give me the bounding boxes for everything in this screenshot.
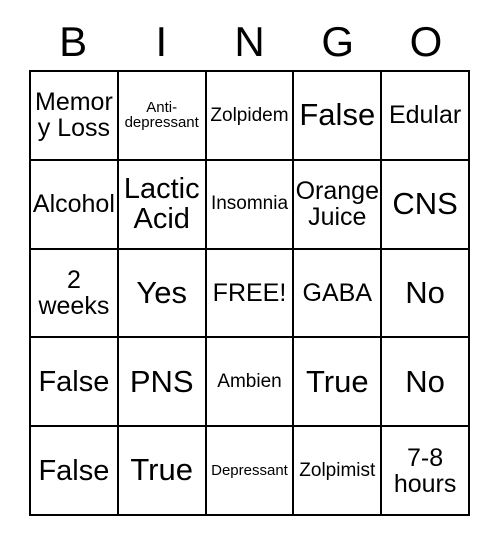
bingo-cell[interactable]: GABA [294, 249, 383, 339]
bingo-cell[interactable]: Yes [118, 249, 207, 339]
bingo-cell[interactable]: True [118, 427, 207, 516]
bingo-cell-label: False [38, 365, 110, 398]
bingo-cell-label: True [130, 452, 193, 488]
bingo-cell-label: Ambien [217, 370, 282, 392]
bingo-cell-label: Anti-depressant [124, 98, 199, 132]
bingo-cell-label: True [305, 363, 369, 399]
bingo-cell[interactable]: Orange Juice [294, 160, 383, 250]
bingo-cell[interactable]: PNS [118, 338, 207, 428]
bingo-cell[interactable]: False [31, 338, 119, 428]
bingo-cell-label: 7-8 hours [393, 443, 457, 498]
bingo-row: Alcohol Lactic Acid Insomnia Orange Juice CN… [31, 160, 470, 250]
bingo-cell[interactable]: Zolpidem [206, 72, 295, 161]
bingo-cell-label: Depressant [211, 461, 288, 479]
bingo-cell-label: Insomnia [210, 193, 289, 215]
bingo-cell-label: Yes [136, 274, 187, 310]
bingo-cell[interactable]: False [294, 72, 383, 161]
bingo-card: B I N G O Memory Loss Anti-depressant Zolp… [29, 14, 470, 516]
bingo-grid: Memory Loss Anti-depressant Zolpidem False E… [29, 70, 470, 516]
bingo-cell-label: Orange Juice [295, 177, 379, 232]
bingo-cell[interactable]: Memory Loss [31, 72, 119, 161]
bingo-header-letter-o: O [409, 18, 443, 65]
bingo-cell-label: Zolpimist [299, 459, 376, 481]
bingo-header-letter-n: N [234, 18, 265, 65]
bingo-cell-label: False [38, 454, 110, 487]
bingo-cell[interactable]: Edular [382, 72, 470, 161]
bingo-row: False PNS Ambien True No [31, 338, 470, 428]
bingo-free-space-cell[interactable]: FREE! [206, 249, 295, 339]
bingo-header-letter-i: I [155, 18, 168, 65]
bingo-cell[interactable]: Ambien [206, 338, 295, 428]
bingo-cell-label: No [405, 363, 445, 399]
bingo-cell[interactable]: Depressant [206, 427, 295, 516]
bingo-cell[interactable]: Insomnia [206, 160, 295, 250]
bingo-cell[interactable]: Zolpimist [294, 427, 383, 516]
bingo-row: False True Depressant Zolpimist 7-8 hours [31, 427, 470, 516]
bingo-cell-label: GABA [302, 278, 373, 307]
bingo-cell-label: Zolpidem [210, 104, 289, 126]
bingo-cell[interactable]: Anti-depressant [118, 72, 207, 161]
bingo-cell-label: FREE! [212, 278, 287, 307]
bingo-cell[interactable]: 7-8 hours [382, 427, 470, 516]
bingo-header-letter-b: B [59, 18, 88, 65]
bingo-header-row: B I N G O [29, 14, 470, 70]
bingo-cell-label: Alcohol [32, 190, 115, 219]
bingo-cell-label: 2 weeks [38, 265, 110, 320]
bingo-cell-label: Edular [388, 101, 462, 130]
bingo-cell-label: No [405, 274, 445, 310]
bingo-cell[interactable]: Alcohol [31, 160, 119, 250]
bingo-header-letter-g: G [321, 18, 355, 65]
bingo-cell[interactable]: False [31, 427, 119, 516]
bingo-cell[interactable]: CNS [382, 160, 470, 250]
bingo-cell-label: False [299, 97, 376, 133]
bingo-cell[interactable]: True [294, 338, 383, 428]
bingo-cell-label: CNS [392, 186, 458, 222]
bingo-cell-label: Memory Loss [35, 88, 113, 143]
bingo-cell-label: Lactic Acid [123, 173, 200, 236]
bingo-cell[interactable]: No [382, 338, 470, 428]
bingo-cell[interactable]: Lactic Acid [118, 160, 207, 250]
bingo-cell-label: PNS [129, 363, 194, 399]
bingo-cell[interactable]: No [382, 249, 470, 339]
bingo-row: Memory Loss Anti-depressant Zolpidem False E… [31, 72, 470, 161]
bingo-cell[interactable]: 2 weeks [31, 249, 119, 339]
bingo-row: 2 weeks Yes FREE! GABA No [31, 249, 470, 339]
